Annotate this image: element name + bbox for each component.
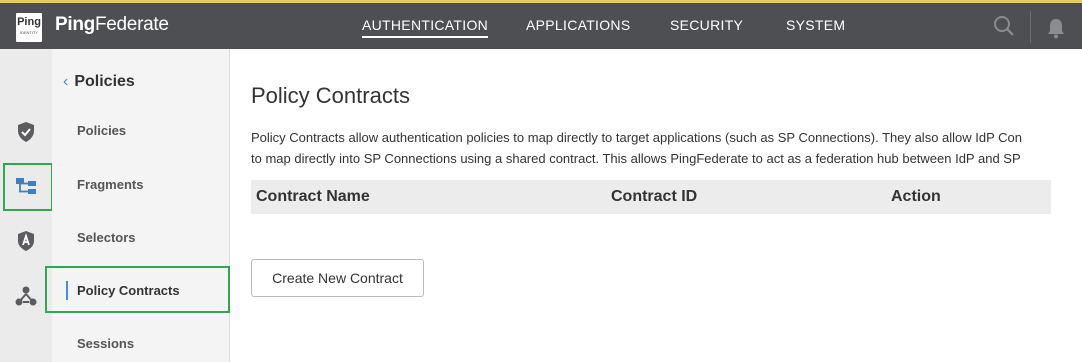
column-header-contract-id[interactable]: Contract ID [611, 188, 697, 206]
sidebar-item-selectors[interactable]: Selectors [77, 230, 136, 245]
back-link[interactable]: ‹ Policies [63, 73, 135, 91]
selector-badge-icon[interactable] [15, 230, 37, 252]
sidebar-item-fragments[interactable]: Fragments [77, 177, 143, 192]
bell-icon[interactable] [1046, 17, 1066, 39]
highlight-box-rail [3, 163, 53, 211]
search-icon[interactable] [993, 15, 1015, 37]
brand-bold: Ping [55, 14, 95, 35]
nav-authentication[interactable]: AUTHENTICATION [362, 17, 489, 38]
shield-check-icon[interactable] [15, 121, 37, 143]
top-bar: Ping IDENTITY PingFederate AUTHENTICATIO… [0, 0, 1082, 49]
nav-applications[interactable]: APPLICATIONS [526, 17, 630, 33]
contracts-icon[interactable] [15, 285, 37, 307]
logo-subtext: IDENTITY [19, 30, 39, 35]
ping-logo[interactable]: Ping IDENTITY [16, 13, 42, 42]
topbar-divider [1030, 11, 1031, 43]
sidebar-item-policies[interactable]: Policies [77, 123, 126, 138]
highlight-box-subnav [45, 266, 230, 313]
brand-light: Federate [94, 14, 169, 35]
logo-text: Ping [17, 16, 41, 28]
product-name: PingFederate [55, 14, 169, 36]
page-title: Policy Contracts [251, 83, 410, 108]
page-description-line-2: to map directly into SP Connections usin… [251, 151, 1021, 166]
back-label: Policies [74, 73, 135, 90]
contracts-table-header: Contract Name Contract ID Action [251, 180, 1051, 214]
column-header-action: Action [891, 188, 941, 205]
sidebar-subnav [52, 49, 230, 362]
column-header-contract-name[interactable]: Contract Name [256, 188, 370, 206]
sidebar-item-sessions[interactable]: Sessions [77, 336, 134, 351]
page-description-line-1: Policy Contracts allow authentication po… [251, 130, 1023, 145]
nav-security[interactable]: SECURITY [670, 17, 743, 33]
nav-system[interactable]: SYSTEM [786, 17, 845, 33]
chevron-left-icon: ‹ [63, 73, 69, 90]
create-new-contract-button[interactable]: Create New Contract [251, 259, 424, 297]
